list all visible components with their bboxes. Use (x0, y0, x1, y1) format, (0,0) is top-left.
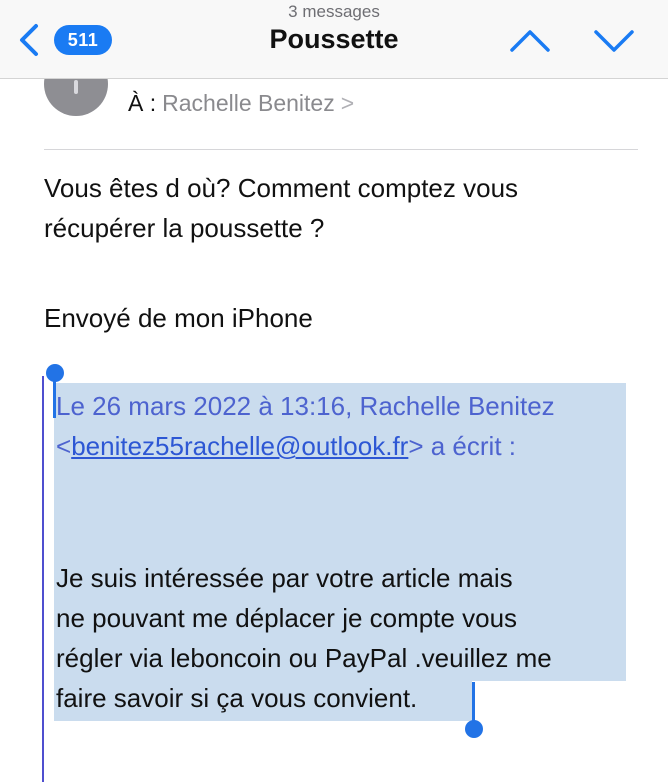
header-separator (44, 149, 638, 150)
recipient-name[interactable]: Rachelle Benitez (162, 90, 335, 116)
selection-end-handle[interactable] (465, 720, 483, 738)
message-line: Vous êtes d où? Comment comptez vous (44, 173, 519, 203)
avatar-initial-mark (74, 80, 78, 94)
quoted-message-body: Je suis intéressée par votre article mai… (56, 558, 646, 718)
quoted-line: régler via leboncoin ou PayPal .veuillez… (56, 643, 552, 673)
to-label: À : (128, 90, 157, 116)
email-close-text: > a écrit : (408, 431, 516, 461)
quoted-line: Je suis intéressée par votre article mai… (56, 563, 513, 593)
selection-end-caret (472, 682, 475, 722)
recipient-chevron-icon: > (340, 90, 355, 116)
navigation-bar: 511 3 messages Poussette (0, 0, 668, 79)
quote-header: Le 26 mars 2022 à 13:16, Rachelle Benite… (56, 386, 636, 466)
sender-email-link[interactable]: benitez55rachelle@outlook.fr (71, 431, 408, 461)
chevron-up-icon[interactable] (508, 24, 552, 56)
message-body: Vous êtes d où? Comment comptez vous réc… (44, 168, 644, 248)
quoted-line: ne pouvant me déplacer je compte vous (56, 603, 518, 633)
chevron-down-icon[interactable] (592, 24, 636, 56)
selection-start-caret (53, 378, 56, 418)
email-open-bracket: < (56, 431, 72, 461)
message-signature: Envoyé de mon iPhone (44, 303, 313, 333)
quote-bar (42, 376, 44, 782)
message-count-label: 3 messages (288, 2, 380, 21)
quoted-line: faire savoir si ça vous convient. (56, 683, 418, 713)
quote-email-line: <benitez55rachelle@outlook.fr> a écrit : (56, 426, 636, 466)
thread-title: Poussette (269, 24, 399, 54)
message-line: récupérer la poussette ? (44, 213, 325, 243)
recipient-row[interactable]: À : Rachelle Benitez > (128, 90, 354, 117)
quote-attribution: Le 26 mars 2022 à 13:16, Rachelle Benite… (56, 391, 555, 421)
